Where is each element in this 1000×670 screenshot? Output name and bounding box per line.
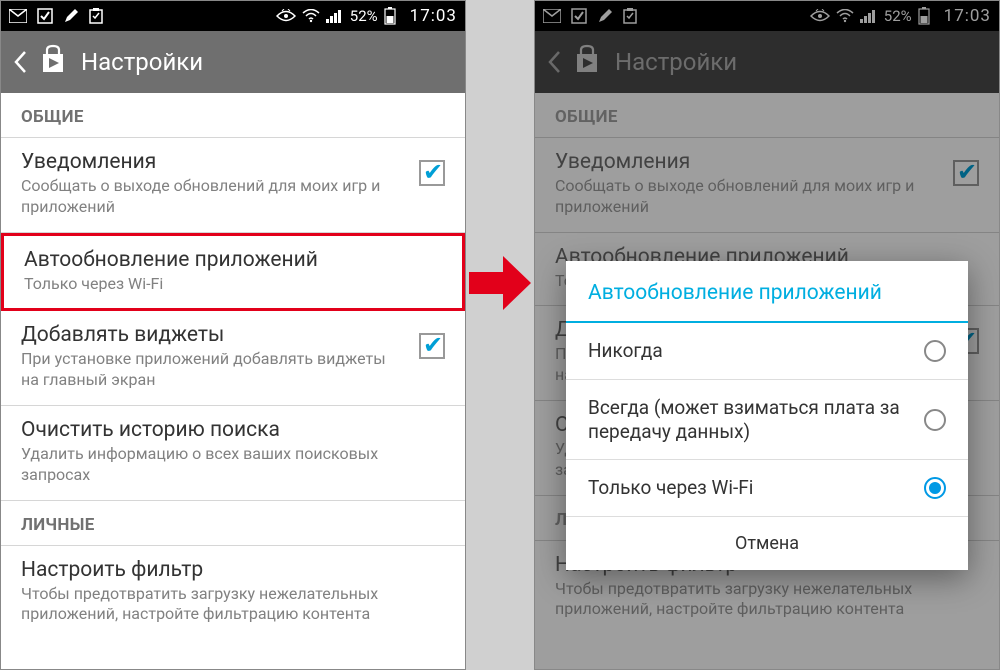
dialog-title: Автообновление приложений (566, 261, 968, 323)
section-personal: ЛИЧНЫЕ (1, 501, 465, 546)
checkbox-checked-icon[interactable] (419, 160, 445, 186)
phone-left: 52% 17:03 Настройки ОБЩИЕ Уведомления Со… (0, 0, 466, 670)
pencil-icon (63, 8, 79, 24)
clipboard-icon (89, 8, 103, 24)
item-title: Уведомления (21, 150, 401, 174)
item-filter[interactable]: Настроить фильтр Чтобы предотвратить заг… (1, 546, 465, 640)
option-label: Всегда (может взиматься плата за передач… (588, 396, 924, 444)
item-title: Очистить историю поиска (21, 418, 445, 442)
settings-list: ОБЩИЕ Уведомления Сообщать о выходе обно… (1, 93, 465, 639)
page-title: Настройки (81, 48, 203, 76)
radio-unselected-icon[interactable] (924, 409, 946, 431)
dialog-cancel-button[interactable]: Отмена (566, 517, 968, 570)
item-clear-history[interactable]: Очистить историю поиска Удалить информац… (1, 406, 465, 501)
section-general: ОБЩИЕ (1, 93, 465, 138)
option-label: Никогда (588, 339, 924, 363)
item-sub: Только через Wi-Fi (24, 274, 442, 295)
battery-icon (384, 7, 396, 25)
checkbox-icon (37, 8, 53, 24)
mail-icon (9, 9, 27, 23)
wifi-icon (302, 9, 320, 23)
arrow-icon (467, 248, 533, 322)
battery-percent: 52% (350, 7, 378, 25)
dialog-option-never[interactable]: Никогда (566, 323, 968, 380)
phone-right: 52% 17:03 Настройки ОБЩИЕ Уведомления Со… (534, 0, 1000, 670)
checkbox-checked-icon[interactable] (419, 333, 445, 359)
item-sub: Удалить информацию о всех ваших поисковы… (21, 444, 445, 486)
option-label: Только через Wi-Fi (588, 476, 924, 500)
item-sub: Чтобы предотвратить загрузку нежелательн… (21, 584, 445, 626)
item-title: Автообновление приложений (24, 248, 442, 272)
item-sub: Сообщать о выходе обновлений для моих иг… (21, 176, 401, 218)
radio-unselected-icon[interactable] (924, 340, 946, 362)
back-icon[interactable] (13, 50, 27, 74)
item-sub: При установке приложений добавлять видже… (21, 349, 401, 391)
eye-icon (276, 9, 296, 23)
clock: 17:03 (410, 6, 457, 26)
dialog-option-always[interactable]: Всегда (может взиматься плата за передач… (566, 380, 968, 461)
item-widgets[interactable]: Добавлять виджеты При установке приложен… (1, 311, 465, 406)
autoupdate-dialog: Автообновление приложений Никогда Всегда… (566, 261, 968, 570)
dialog-option-wifi[interactable]: Только через Wi-Fi (566, 460, 968, 517)
radio-selected-icon[interactable] (924, 477, 946, 499)
signal-icon (326, 9, 342, 23)
item-notifications[interactable]: Уведомления Сообщать о выходе обновлений… (1, 138, 465, 233)
app-bar: Настройки (1, 31, 465, 93)
item-title: Добавлять виджеты (21, 323, 401, 347)
status-bar: 52% 17:03 (1, 1, 465, 31)
play-store-icon (37, 44, 67, 80)
item-title: Настроить фильтр (21, 558, 445, 582)
item-autoupdate[interactable]: Автообновление приложений Только через W… (1, 233, 465, 312)
